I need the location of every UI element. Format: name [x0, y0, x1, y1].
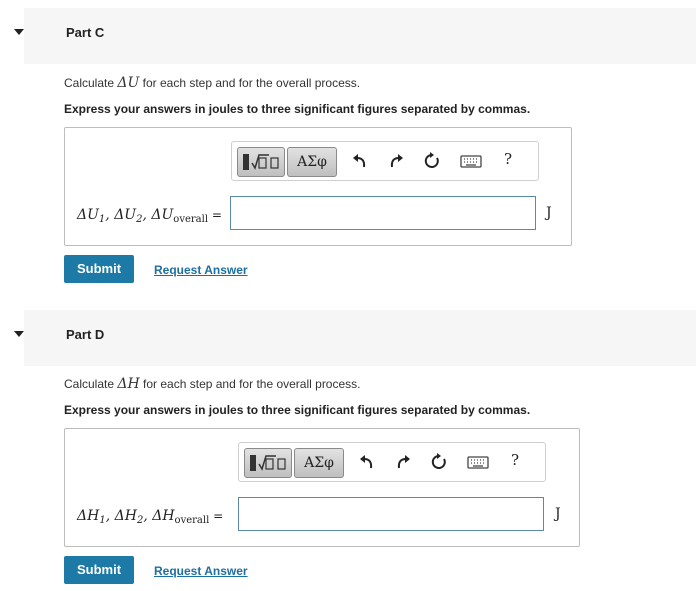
- prompt-math: ΔH: [117, 376, 140, 392]
- answer-instruction: Express your answers in joules to three …: [64, 102, 531, 116]
- part-title: Part C: [66, 25, 105, 40]
- math-toolbar: ΑΣφ ?: [231, 141, 539, 181]
- equals-sign: =: [208, 208, 222, 222]
- templates-icon: [250, 455, 286, 471]
- var-text: , ΔU: [142, 207, 174, 223]
- undo-icon[interactable]: [357, 452, 377, 472]
- part-d-header[interactable]: Part D: [14, 310, 696, 366]
- variable-label: ΔU1, ΔU2, ΔUoverall =: [77, 207, 222, 225]
- var-text: ΔH: [77, 508, 100, 524]
- answer-box: ΑΣφ ? ΔH1, ΔH2, ΔHoverall = J: [64, 428, 580, 547]
- keyboard-icon[interactable]: [460, 151, 482, 171]
- var-sub: 1: [98, 214, 106, 225]
- prompt-text: Calculate: [64, 377, 118, 391]
- reset-icon[interactable]: [429, 452, 449, 472]
- part-title: Part D: [66, 327, 105, 342]
- redo-icon[interactable]: [393, 452, 413, 472]
- question-prompt: Calculate ΔU for each step and for the o…: [64, 75, 360, 91]
- help-icon[interactable]: ?: [504, 150, 512, 168]
- prompt-text: Calculate: [64, 76, 118, 90]
- collapse-caret-icon[interactable]: [14, 29, 24, 35]
- var-sub: overall: [174, 515, 210, 526]
- keyboard-icon[interactable]: [467, 452, 489, 472]
- request-answer-link[interactable]: Request Answer: [154, 263, 248, 277]
- greek-symbols-button[interactable]: ΑΣφ: [294, 448, 344, 478]
- question-prompt: Calculate ΔH for each step and for the o…: [64, 376, 361, 392]
- equals-sign: =: [209, 509, 224, 523]
- collapse-caret-icon[interactable]: [14, 331, 24, 337]
- prompt-text: for each step and for the overall proces…: [139, 76, 361, 90]
- answer-input[interactable]: [230, 196, 536, 230]
- answer-box: ΑΣφ ? ΔU1, ΔU2, ΔUoverall = J: [64, 127, 572, 246]
- part-c-header[interactable]: Part C: [14, 8, 696, 64]
- answer-instruction: Express your answers in joules to three …: [64, 403, 531, 417]
- prompt-text: for each step and for the overall proces…: [139, 377, 361, 391]
- math-toolbar: ΑΣφ ?: [238, 442, 546, 482]
- variable-label: ΔH1, ΔH2, ΔHoverall =: [77, 508, 224, 526]
- request-answer-link[interactable]: Request Answer: [154, 564, 248, 578]
- var-sub: 2: [136, 214, 143, 225]
- var-sub: 1: [99, 515, 106, 526]
- undo-icon[interactable]: [350, 151, 370, 171]
- redo-icon[interactable]: [386, 151, 406, 171]
- submit-button[interactable]: Submit: [64, 255, 134, 283]
- var-text: , ΔH: [143, 508, 175, 524]
- templates-button[interactable]: [244, 448, 292, 478]
- var-text: , ΔU: [105, 207, 137, 223]
- templates-button[interactable]: [237, 147, 285, 177]
- var-text: , ΔH: [105, 508, 137, 524]
- reset-icon[interactable]: [422, 151, 442, 171]
- var-text: ΔU: [77, 207, 99, 223]
- templates-icon: [243, 154, 279, 170]
- var-sub: 2: [136, 515, 144, 526]
- help-icon[interactable]: ?: [511, 451, 519, 469]
- submit-button[interactable]: Submit: [64, 556, 134, 584]
- unit-label: J: [546, 205, 552, 221]
- greek-symbols-button[interactable]: ΑΣφ: [287, 147, 337, 177]
- unit-label: J: [555, 506, 561, 522]
- prompt-math: ΔU: [117, 75, 140, 91]
- var-sub: overall: [173, 214, 209, 225]
- answer-input[interactable]: [238, 497, 544, 531]
